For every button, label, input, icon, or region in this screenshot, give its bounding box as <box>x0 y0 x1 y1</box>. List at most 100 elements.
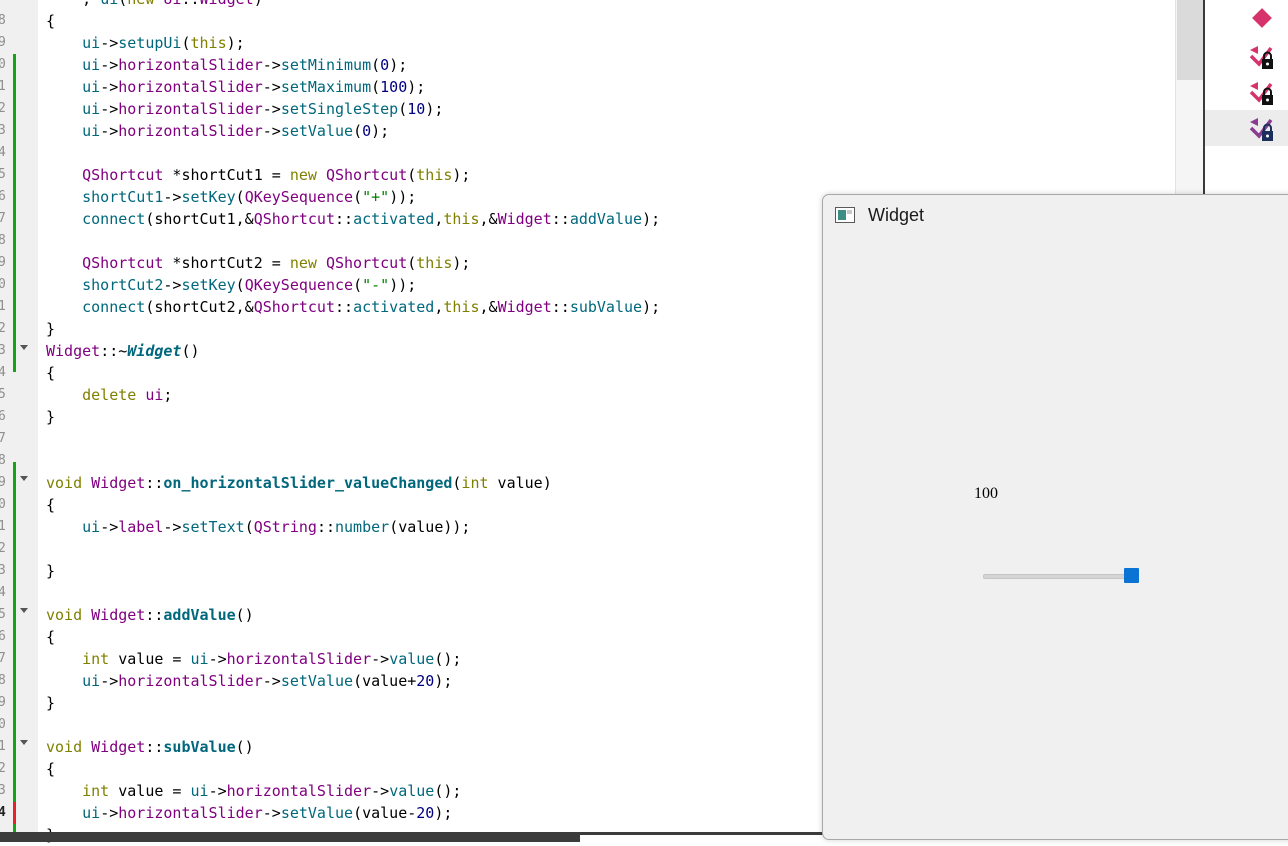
code-line[interactable]: { <box>46 758 55 780</box>
line-number: 4 <box>0 805 6 820</box>
code-token: horizontalSlider <box>226 782 372 800</box>
code-line[interactable]: { <box>46 626 55 648</box>
diamond-icon[interactable] <box>1247 6 1277 36</box>
code-token: -> <box>163 518 182 536</box>
code-token: Widget <box>46 342 101 360</box>
scrollbar-thumb[interactable] <box>1177 0 1203 80</box>
code-token: ( <box>235 188 245 206</box>
code-line[interactable]: shortCut1->setKey(QKeySequence("+")); <box>46 186 416 208</box>
code-line[interactable]: ui->horizontalSlider->setValue(value-20)… <box>46 802 452 824</box>
code-token: -> <box>100 100 119 118</box>
code-token: -> <box>262 56 281 74</box>
fold-arrow-icon[interactable] <box>20 740 28 745</box>
code-line[interactable]: void Widget::addValue() <box>46 604 254 626</box>
code-line[interactable]: , ui(new Ui::Widget) <box>46 0 263 10</box>
code-token: ( <box>371 56 381 74</box>
code-token: 10 <box>407 100 426 118</box>
code-token: :: <box>181 0 199 8</box>
code-line[interactable]: int value = ui->horizontalSlider->value(… <box>46 780 461 802</box>
code-token: value <box>389 650 435 668</box>
code-line[interactable]: ui->label->setText(QString::number(value… <box>46 516 470 538</box>
code-line[interactable]: void Widget::subValue() <box>46 736 254 758</box>
locked-build-icon[interactable] <box>1247 114 1277 144</box>
slider-groove[interactable] <box>983 574 1135 579</box>
code-line[interactable]: shortCut2->setKey(QKeySequence("-")); <box>46 274 416 296</box>
horizontal-slider[interactable] <box>983 565 1145 587</box>
code-line[interactable]: ui->horizontalSlider->setMinimum(0); <box>46 54 407 76</box>
code-line[interactable]: QShortcut *shortCut1 = new QShortcut(thi… <box>46 164 470 186</box>
code-line[interactable]: } <box>46 318 55 340</box>
fold-arrow-icon[interactable] <box>20 345 28 350</box>
window-titlebar[interactable]: Widget <box>823 195 1288 235</box>
code-token: ::~ <box>100 342 128 360</box>
code-token: ); <box>452 166 471 184</box>
code-token: ( <box>244 518 254 536</box>
slider-handle[interactable] <box>1124 568 1139 583</box>
code-line[interactable]: { <box>46 494 55 516</box>
code-token: "-" <box>362 276 390 294</box>
code-token: () <box>235 738 254 756</box>
code-token: ); <box>642 210 661 228</box>
code-token: on_horizontalSlider_valueChanged <box>163 474 453 492</box>
code-token: this <box>416 254 453 272</box>
code-token: QShortcut <box>325 166 408 184</box>
code-token: )); <box>389 188 417 206</box>
code-token: setKey <box>181 276 236 294</box>
code-token: ui <box>82 34 101 52</box>
code-token: ,& <box>479 210 498 228</box>
code-token: value <box>389 782 435 800</box>
code-token: -> <box>262 804 281 822</box>
code-token: QShortcut <box>325 254 408 272</box>
locked-build-icon[interactable] <box>1247 78 1277 108</box>
code-token: } <box>46 562 56 580</box>
code-line[interactable]: } <box>46 692 55 714</box>
code-token: int <box>82 782 110 800</box>
code-line[interactable]: } <box>46 560 55 582</box>
code-token: Widget <box>91 606 146 624</box>
code-line[interactable]: connect(shortCut2,&QShortcut::activated,… <box>46 296 660 318</box>
fold-arrow-icon[interactable] <box>20 476 28 481</box>
line-number: 3 <box>0 563 6 578</box>
code-line[interactable]: { <box>46 10 55 32</box>
code-token: ); <box>642 298 661 316</box>
code-line[interactable]: ui->horizontalSlider->setValue(0); <box>46 120 389 142</box>
line-number: 5 <box>0 607 6 622</box>
line-number: 7 <box>0 211 6 226</box>
code-token: Widget <box>127 342 182 360</box>
code-line[interactable]: Widget::~Widget() <box>46 340 200 362</box>
line-number: 6 <box>0 409 6 424</box>
code-line[interactable]: ui->horizontalSlider->setSingleStep(10); <box>46 98 443 120</box>
line-number: 1 <box>0 79 6 94</box>
line-number: 5 <box>0 387 6 402</box>
code-token: ui <box>82 518 101 536</box>
code-line[interactable]: QShortcut *shortCut2 = new QShortcut(thi… <box>46 252 470 274</box>
code-line[interactable]: delete ui; <box>46 384 172 406</box>
line-number: 4 <box>0 585 6 600</box>
code-token: horizontalSlider <box>118 78 263 96</box>
widget-window[interactable]: Widget 100 <box>822 194 1288 840</box>
code-line[interactable]: ui->setupUi(this); <box>46 32 245 54</box>
code-line[interactable]: } <box>46 406 55 428</box>
code-token: -> <box>100 56 119 74</box>
code-line[interactable]: ui->horizontalSlider->setMaximum(100); <box>46 76 425 98</box>
line-number: 7 <box>0 651 6 666</box>
line-number: 1 <box>0 519 6 534</box>
line-number: 0 <box>0 277 6 292</box>
code-line[interactable]: void Widget::on_horizontalSlider_valueCh… <box>46 472 552 494</box>
code-token: QShortcut <box>82 166 164 184</box>
code-line[interactable]: connect(shortCut1,&QShortcut::activated,… <box>46 208 660 230</box>
locked-build-icon[interactable] <box>1247 42 1277 72</box>
code-token: setText <box>181 518 245 536</box>
line-number: 8 <box>0 453 6 468</box>
code-line[interactable]: { <box>46 362 55 384</box>
code-token: 0 <box>362 122 372 140</box>
code-line[interactable]: int value = ui->horizontalSlider->value(… <box>46 648 461 670</box>
code-token: delete <box>82 386 137 404</box>
fold-arrow-icon[interactable] <box>20 608 28 613</box>
code-line[interactable]: ui->horizontalSlider->setValue(value+20)… <box>46 670 452 692</box>
code-token: horizontalSlider <box>118 672 263 690</box>
